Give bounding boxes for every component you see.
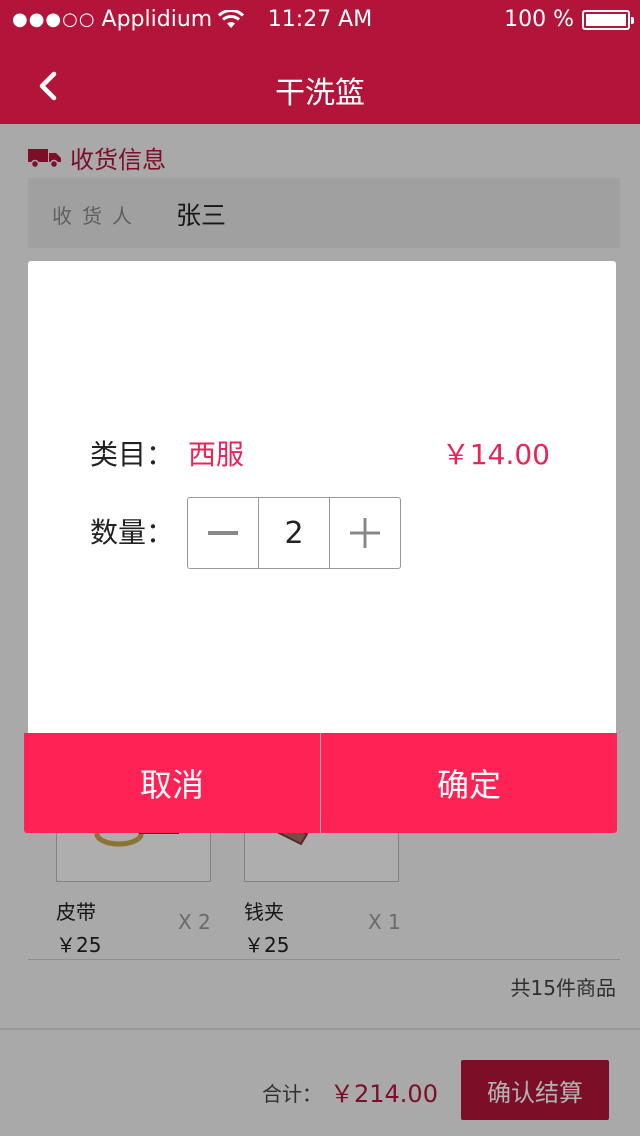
- confirm-button[interactable]: 确定: [321, 733, 617, 833]
- increment-button[interactable]: [330, 498, 400, 568]
- dialog-buttons: 取消 确定: [24, 733, 617, 833]
- cancel-button[interactable]: 取消: [24, 733, 320, 833]
- minus-icon: [208, 531, 238, 535]
- header: ●●●○○ Applidium 11:27 AM 100 % 干洗篮: [0, 0, 640, 124]
- battery-icon: [582, 9, 634, 30]
- status-bar: ●●●○○ Applidium 11:27 AM 100 %: [0, 0, 640, 40]
- plus-icon: [350, 518, 380, 548]
- battery-percent: 100 %: [504, 7, 574, 32]
- quantity-dialog: 类目： 西服 ￥14.00 数量： 2: [28, 261, 616, 733]
- quantity-label: 数量：: [90, 516, 175, 549]
- quantity-value[interactable]: 2: [258, 498, 330, 568]
- decrement-button[interactable]: [188, 498, 258, 568]
- quantity-stepper: 2: [187, 497, 401, 569]
- category-label: 类目：: [90, 438, 175, 471]
- item-price-value: ￥14.00: [441, 438, 550, 471]
- battery-status: 100 %: [504, 7, 634, 32]
- page-title: 干洗篮: [275, 76, 365, 111]
- category-value: 西服: [188, 438, 245, 471]
